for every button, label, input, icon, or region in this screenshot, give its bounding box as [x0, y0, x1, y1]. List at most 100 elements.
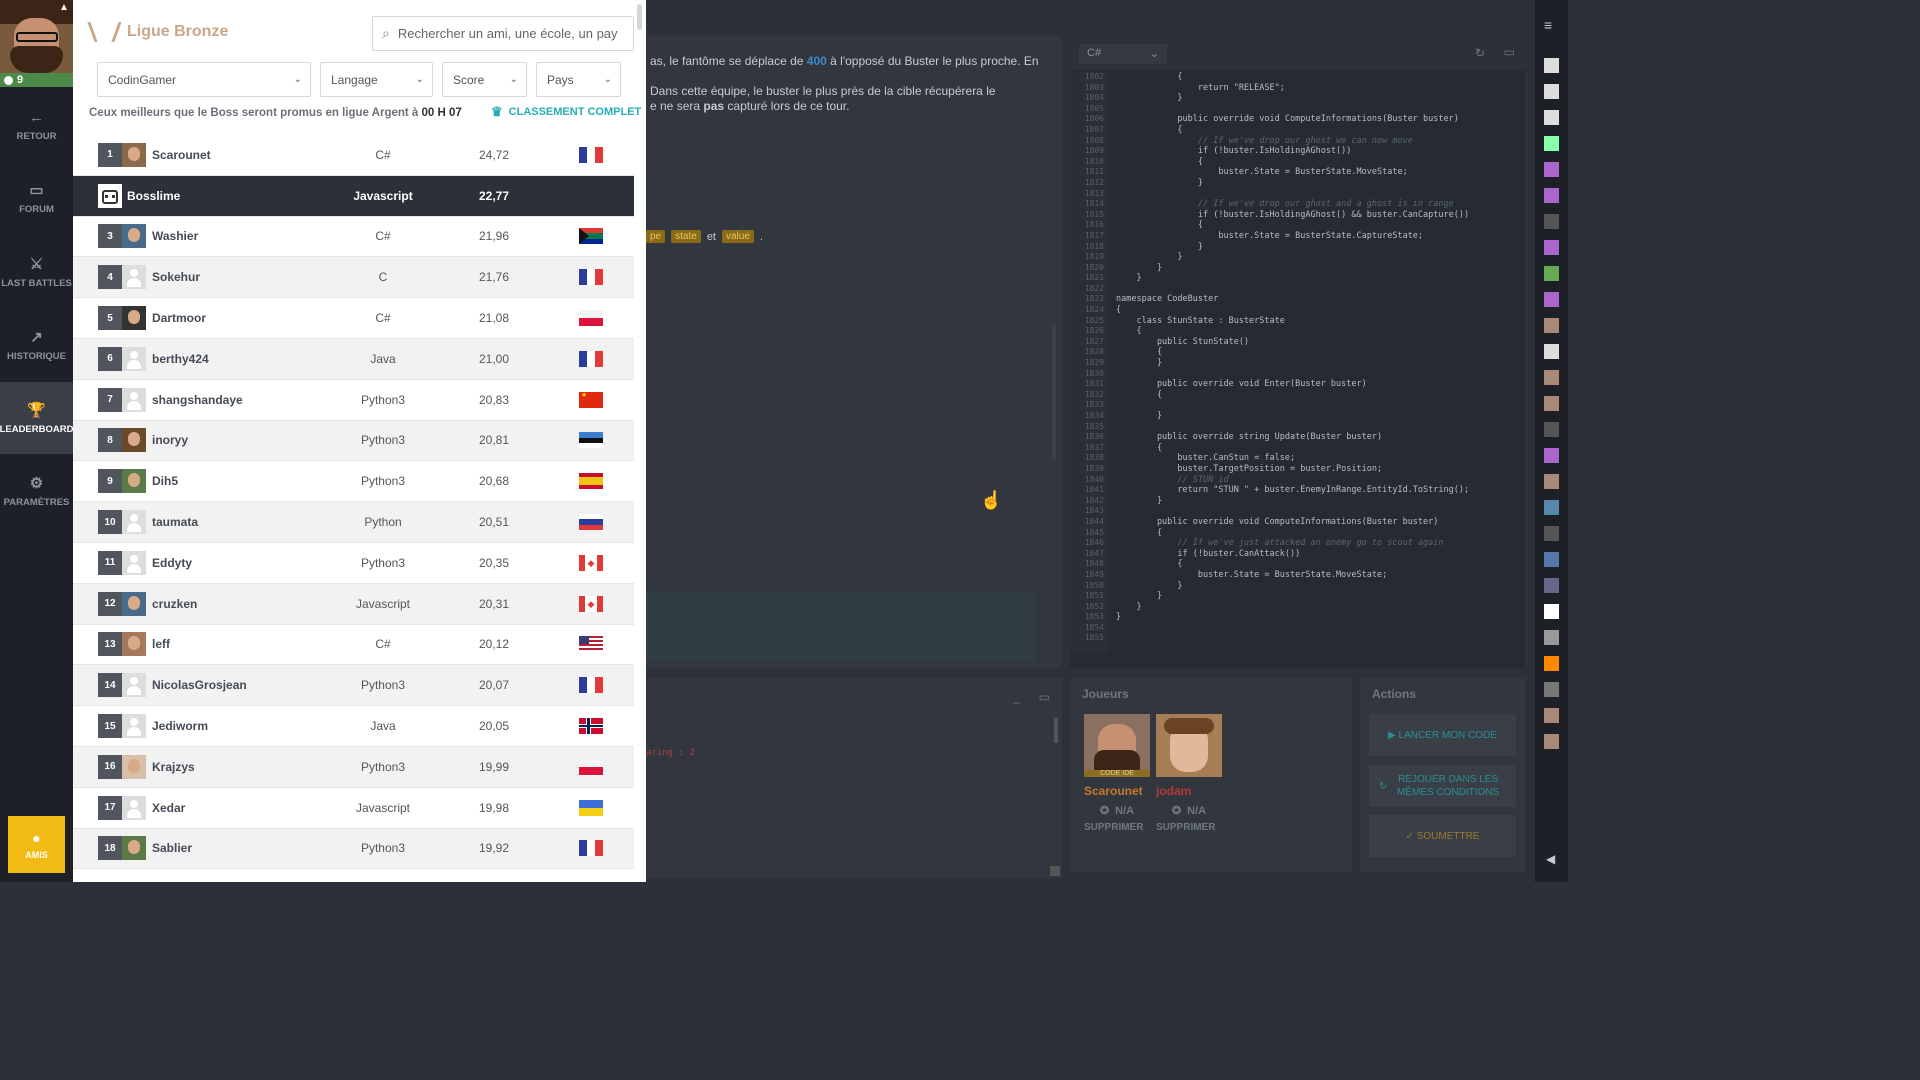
- avatar[interactable]: [122, 469, 146, 494]
- table-row[interactable]: 1 Scarounet C# 24,72: [73, 135, 634, 176]
- avatar[interactable]: [122, 346, 146, 371]
- player-name[interactable]: taumata: [152, 515, 198, 529]
- player-name[interactable]: Scarounet: [152, 148, 211, 162]
- scrollbar[interactable]: [1054, 718, 1058, 743]
- avatar[interactable]: [122, 428, 146, 453]
- player-name[interactable]: Sokehur: [152, 270, 200, 284]
- avatar[interactable]: [122, 591, 146, 616]
- bell-icon[interactable]: ▲: [59, 3, 69, 13]
- friend-avatar[interactable]: [1544, 318, 1559, 333]
- maximize-icon[interactable]: ▭: [1504, 45, 1515, 59]
- nav-forum[interactable]: ▭ FORUM: [0, 162, 73, 234]
- maximize-icon[interactable]: ▭: [1039, 690, 1050, 704]
- table-row[interactable]: 16 Krajzys Python3 19,99: [73, 746, 634, 788]
- player-name[interactable]: shangshandaye: [152, 393, 243, 407]
- player-name[interactable]: Krajzys: [152, 760, 195, 774]
- friend-avatar[interactable]: [1544, 266, 1559, 281]
- friend-avatar[interactable]: [1544, 578, 1559, 593]
- user-avatar-box[interactable]: ▲ 9: [0, 0, 73, 87]
- avatar[interactable]: [122, 836, 146, 861]
- player-name[interactable]: Jediworm: [152, 719, 208, 733]
- search-input[interactable]: [397, 26, 618, 41]
- friend-avatar[interactable]: [1544, 240, 1559, 255]
- nav-amis-button[interactable]: ● AMIS: [8, 816, 65, 873]
- avatar[interactable]: [122, 632, 146, 657]
- delete-player-button[interactable]: SUPPRIMER: [1156, 822, 1222, 833]
- avatar[interactable]: [122, 142, 146, 167]
- friend-avatar[interactable]: [1544, 396, 1559, 411]
- filter-langage[interactable]: Langage ⌄: [320, 62, 433, 97]
- player-name[interactable]: Xedar: [152, 801, 185, 815]
- friend-avatar[interactable]: [1544, 708, 1559, 723]
- nav-retour[interactable]: ← RETOUR: [0, 89, 73, 161]
- table-row[interactable]: 4 Sokehur C 21,76: [73, 257, 634, 299]
- refresh-icon[interactable]: ↻: [1475, 46, 1485, 60]
- table-row[interactable]: 12 cruzken Javascript 20,31 ◆: [73, 583, 634, 625]
- table-row[interactable]: 17 Xedar Javascript 19,98: [73, 788, 634, 829]
- table-row[interactable]: 10 taumata Python 20,51: [73, 502, 634, 543]
- avatar[interactable]: [122, 795, 146, 820]
- table-row[interactable]: 18 Sablier Python3 19,92: [73, 828, 634, 870]
- avatar[interactable]: [122, 714, 146, 739]
- nav-last-battles[interactable]: ⚔ LAST BATTLES: [0, 236, 73, 308]
- filter-pays[interactable]: Pays ⌄: [536, 62, 621, 97]
- player-name[interactable]: Sablier: [152, 841, 192, 855]
- table-row[interactable]: 3 Washier C# 21,96: [73, 217, 634, 258]
- avatar[interactable]: [122, 550, 146, 575]
- friend-avatar[interactable]: [1544, 474, 1559, 489]
- friend-avatar[interactable]: [1544, 370, 1559, 385]
- friend-avatar[interactable]: [1544, 422, 1559, 437]
- player-name[interactable]: Dartmoor: [152, 311, 206, 325]
- table-row[interactable]: 15 Jediworm Java 20,05: [73, 706, 634, 747]
- player-card[interactable]: CODE IDE Scarounet ✪ N/A SUPPRIMER: [1084, 714, 1150, 833]
- avatar[interactable]: [122, 265, 146, 290]
- nav-historique[interactable]: ↗ HISTORIQUE: [0, 309, 73, 381]
- friend-avatar[interactable]: [1544, 682, 1559, 697]
- language-select[interactable]: C# ⌄: [1079, 44, 1167, 64]
- boss-row[interactable]: Bosslime Javascript 22,77: [73, 175, 634, 217]
- nav-parametres[interactable]: ⚙ PARAMÈTRES: [0, 455, 73, 527]
- avatar[interactable]: [122, 306, 146, 331]
- avatar[interactable]: [122, 387, 146, 412]
- table-row[interactable]: 13 leff C# 20,12: [73, 625, 634, 666]
- friend-avatar[interactable]: [1544, 84, 1559, 99]
- code-editor[interactable]: C# ⌄ ↻ ▭ 1802 1803 1804 1805 1806 1807 1808 1809…: [1070, 36, 1525, 668]
- player-name[interactable]: Dih5: [152, 474, 178, 488]
- submit-button[interactable]: ✓ SOUMETTRE: [1369, 815, 1516, 857]
- full-ranking-link[interactable]: ♛ CLASSEMENT COMPLET: [491, 104, 641, 120]
- friend-avatar[interactable]: [1544, 500, 1559, 515]
- player-name[interactable]: leff: [152, 637, 170, 651]
- friend-avatar[interactable]: [1544, 110, 1559, 125]
- friend-avatar[interactable]: [1544, 58, 1559, 73]
- table-row[interactable]: 6 berthy424 Java 21,00: [73, 338, 634, 380]
- friend-avatar[interactable]: [1544, 292, 1559, 307]
- filter-score[interactable]: Score ⌄: [442, 62, 527, 97]
- avatar[interactable]: [122, 673, 146, 698]
- avatar[interactable]: [122, 510, 146, 535]
- player-name[interactable]: Eddyty: [152, 556, 192, 570]
- search-box[interactable]: ⌕: [372, 16, 634, 51]
- friend-avatar[interactable]: [1544, 604, 1559, 619]
- table-row[interactable]: 5 Dartmoor C# 21,08: [73, 298, 634, 339]
- chevron-left-icon[interactable]: ◀: [1546, 852, 1555, 866]
- friend-avatar[interactable]: [1544, 734, 1559, 749]
- friend-avatar[interactable]: [1544, 344, 1559, 359]
- statement-scrollbar[interactable]: [1052, 325, 1056, 460]
- friend-avatar[interactable]: [1544, 448, 1559, 463]
- friend-avatar[interactable]: [1544, 136, 1559, 151]
- player-name[interactable]: Washier: [152, 229, 198, 243]
- player-name[interactable]: berthy424: [152, 352, 209, 366]
- player-name[interactable]: NicolasGrosjean: [152, 678, 247, 692]
- table-row[interactable]: 8 inoryy Python3 20,81: [73, 420, 634, 462]
- friend-avatar[interactable]: [1544, 162, 1559, 177]
- player-card[interactable]: jodam ✪ N/A SUPPRIMER: [1156, 714, 1222, 833]
- friend-avatar[interactable]: [1544, 526, 1559, 541]
- friend-avatar[interactable]: [1544, 552, 1559, 567]
- avatar[interactable]: [122, 754, 146, 779]
- code-content[interactable]: { return "RELEASE"; } public override vo…: [1116, 72, 1516, 644]
- table-row[interactable]: 11 Eddyty Python3 20,35 ◆: [73, 543, 634, 584]
- avatar[interactable]: [122, 224, 146, 249]
- player-name[interactable]: inoryy: [152, 433, 188, 447]
- avatar[interactable]: [98, 183, 122, 208]
- table-row[interactable]: 14 NicolasGrosjean Python3 20,07: [73, 665, 634, 707]
